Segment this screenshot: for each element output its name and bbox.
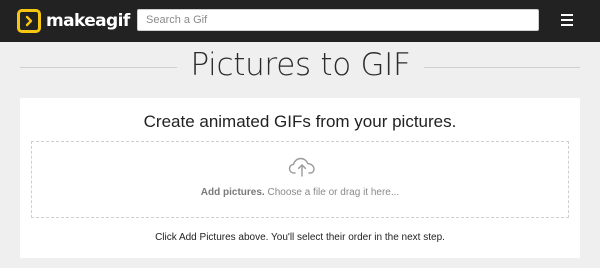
logo-play-icon [17, 9, 41, 33]
heading-divider-left [20, 67, 177, 68]
search-input[interactable] [137, 9, 539, 31]
panel-title: Create animated GIFs from your pictures. [143, 112, 457, 131]
heading-divider-right [424, 67, 580, 68]
top-navigation-bar: makeagif [0, 0, 600, 42]
cloud-upload-icon [288, 156, 316, 178]
makeagif-logo[interactable]: makeagif [17, 9, 130, 33]
order-hint-text: Click Add Pictures above. You'll select … [155, 232, 445, 243]
hamburger-menu-icon[interactable] [561, 14, 573, 26]
dropzone-text: Add pictures. Choose a file or drag it h… [32, 187, 568, 198]
picture-dropzone[interactable]: Add pictures. Choose a file or drag it h… [31, 141, 569, 218]
add-pictures-link[interactable]: Add pictures. [201, 187, 265, 198]
dropzone-instruction: Choose a file or drag it here... [267, 187, 400, 198]
upload-panel: Create animated GIFs from your pictures.… [20, 98, 580, 258]
logo-text: makeagif [46, 11, 130, 31]
page-heading: Pictures to GIF [20, 44, 580, 86]
page-title: Pictures to GIF [190, 47, 411, 83]
